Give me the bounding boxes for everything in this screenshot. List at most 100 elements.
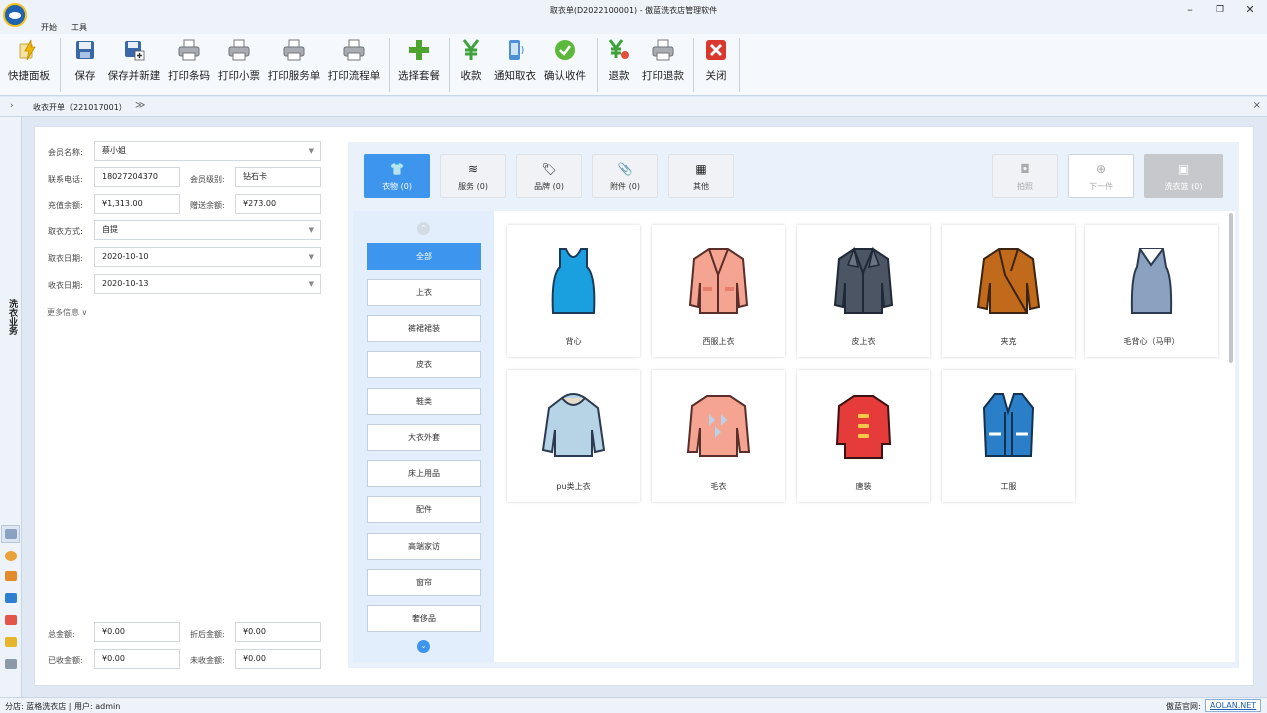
member-name-label: 会员名称: [48, 148, 83, 157]
phone-icon [509, 40, 524, 60]
tab-services[interactable]: ≋ 服务 (0) [440, 154, 506, 198]
leather-jacket-icon [833, 246, 894, 314]
refund-button[interactable]: 退款 [604, 38, 634, 94]
garment-card-jacket[interactable]: 夹克 [942, 225, 1075, 357]
category-coats[interactable]: 大衣外套 [367, 424, 481, 451]
menu-tab-tools[interactable]: 工具 [71, 22, 87, 33]
plus-icon [409, 40, 429, 60]
sidebar-chart-icon[interactable] [5, 637, 17, 647]
lightning-icon [19, 39, 36, 61]
category-pants-skirts[interactable]: 裤裙裙装 [367, 315, 481, 342]
refund-icon [608, 39, 629, 59]
category-shoes[interactable]: 鞋类 [367, 388, 481, 415]
garment-card-suit-jacket[interactable]: 西服上衣 [652, 225, 785, 357]
sidebar-item-laundry-business[interactable]: 洗衣业务 [5, 299, 17, 335]
maximize-button[interactable]: ❐ [1206, 2, 1234, 18]
category-premium-home[interactable]: 高端家访 [367, 533, 481, 560]
ribbon-separator [60, 38, 61, 92]
tab-receive-order[interactable]: 收衣开单（221017001） [33, 102, 127, 113]
tab-overflow-icon[interactable]: ≫ [135, 100, 145, 111]
save-and-new-button[interactable]: 保存并新建 [106, 38, 162, 94]
total-field[interactable]: ¥0.00 [94, 622, 180, 642]
menu-tab-start[interactable]: 开始 [41, 22, 57, 33]
member-name-select[interactable]: 蔡小姐 ▼ [94, 141, 321, 161]
close-window-button[interactable]: ✕ [1236, 2, 1264, 18]
member-level-field[interactable]: 钻石卡 [235, 167, 321, 187]
category-accessories[interactable]: 配件 [367, 496, 481, 523]
category-tops[interactable]: 上衣 [367, 279, 481, 306]
document-tab-bar: › 收衣开单（221017001） ≫ × [0, 97, 1267, 117]
print-service-order-button[interactable]: 打印服务单 [266, 38, 322, 94]
confirm-receipt-button[interactable]: 确认收件 [542, 38, 588, 94]
hoodie-icon [541, 393, 606, 457]
more-info-link[interactable]: 更多信息 ∨ [47, 307, 87, 318]
phone-field[interactable]: 18027204370 [94, 167, 180, 187]
printer-icon [228, 39, 250, 61]
printer-icon [178, 39, 200, 61]
garment-card-pu-top[interactable]: pu类上衣 [507, 370, 640, 502]
pickup-method-select[interactable]: 自提 ▼ [94, 220, 321, 240]
select-package-button[interactable]: 选择套餐 [396, 38, 442, 94]
category-all[interactable]: 全部 [367, 243, 481, 270]
category-luxury[interactable]: 奢侈品 [367, 605, 481, 632]
garment-card-leather-jacket[interactable]: 皮上衣 [797, 225, 930, 357]
tab-garments[interactable]: 👕 衣物 (0) [364, 154, 430, 198]
print-barcode-button[interactable]: 打印条码 [166, 38, 212, 94]
floppy-add-icon [125, 41, 145, 61]
jacket-icon [976, 248, 1041, 314]
garment-card-tank-top[interactable]: 背心 [507, 225, 640, 357]
receive-date-picker[interactable]: 2020-10-13 ▼ [94, 274, 321, 294]
sidebar-window-icon[interactable] [5, 593, 17, 603]
ribbon-separator [389, 38, 390, 92]
quick-panel-button[interactable]: 快捷面板 [6, 38, 52, 94]
received-label: 已收金额: [48, 656, 83, 665]
paperclip-icon: 📎 [617, 162, 633, 176]
garment-card-work-uniform[interactable]: 工服 [942, 370, 1075, 502]
received-field[interactable]: ¥0.00 [94, 649, 180, 669]
chevron-down-icon: ▼ [308, 226, 314, 234]
print-process-sheet-button[interactable]: 打印流程单 [326, 38, 382, 94]
laundry-basket-button[interactable]: ▣ 洗衣篮 (0) [1144, 154, 1223, 198]
sidebar-box-icon[interactable] [5, 571, 17, 581]
sidebar-calendar-icon[interactable] [5, 615, 17, 625]
tab-close-icon[interactable]: × [1253, 100, 1261, 111]
scroll-down-icon[interactable]: ⌄ [417, 640, 430, 653]
status-branch-user: 分店: 蓝格洗衣店 | 用户: admin [5, 702, 121, 711]
garment-grid-scrollbar[interactable] [1229, 213, 1233, 363]
shirt-icon: 👕 [389, 162, 405, 176]
printer-icon [652, 39, 674, 61]
close-button[interactable]: 关闭 [701, 38, 731, 94]
tab-other[interactable]: ▦ 其他 [668, 154, 734, 198]
print-refund-button[interactable]: 打印退款 [640, 38, 686, 94]
garment-card-sweater[interactable]: 毛衣 [652, 370, 785, 502]
gift-balance-field[interactable]: ¥273.00 [235, 194, 321, 214]
tab-brands[interactable]: 🏷 品牌 (0) [516, 154, 582, 198]
category-bedding[interactable]: 床上用品 [367, 460, 481, 487]
category-leather[interactable]: 皮衣 [367, 351, 481, 378]
chevron-down-icon: ▼ [308, 147, 314, 155]
sidebar-tools-icon[interactable] [5, 659, 17, 669]
save-button[interactable]: 保存 [70, 38, 100, 94]
discounted-field[interactable]: ¥0.00 [235, 622, 321, 642]
sidebar-user-icon[interactable] [5, 551, 17, 561]
next-item-button[interactable]: ⊕ 下一件 [1068, 154, 1134, 198]
category-curtains[interactable]: 窗帘 [367, 569, 481, 596]
print-receipt-button[interactable]: 打印小票 [216, 38, 262, 94]
unreceived-field[interactable]: ¥0.00 [235, 649, 321, 669]
tag-icon: 🏷 [541, 162, 557, 176]
garment-card-sweater-vest[interactable]: 毛背心（马甲） [1085, 225, 1218, 357]
take-photo-button[interactable]: ◘ 拍照 [992, 154, 1058, 198]
pickup-date-picker[interactable]: 2020-10-10 ▼ [94, 247, 321, 267]
minimize-button[interactable]: – [1176, 2, 1204, 18]
website-link[interactable]: AOLAN.NET [1205, 699, 1262, 712]
scroll-up-icon[interactable]: ⌃ [417, 222, 430, 235]
expand-sidebar-icon[interactable]: › [10, 101, 14, 111]
collect-payment-button[interactable]: 收款 [456, 38, 486, 94]
sidebar-printer-icon[interactable] [5, 529, 17, 539]
balance-field[interactable]: ¥1,313.00 [94, 194, 180, 214]
tab-accessories[interactable]: 📎 附件 (0) [592, 154, 658, 198]
sweater-vest-icon [1130, 248, 1173, 314]
ribbon-toolbar: 快捷面板 保存 保存并新建 打印条码 打印小票 打印服务单 打印流程单 选择套餐… [0, 34, 1267, 96]
garment-card-tang-suit[interactable]: 唐装 [797, 370, 930, 502]
notify-pickup-button[interactable]: 通知取衣 [492, 38, 538, 94]
